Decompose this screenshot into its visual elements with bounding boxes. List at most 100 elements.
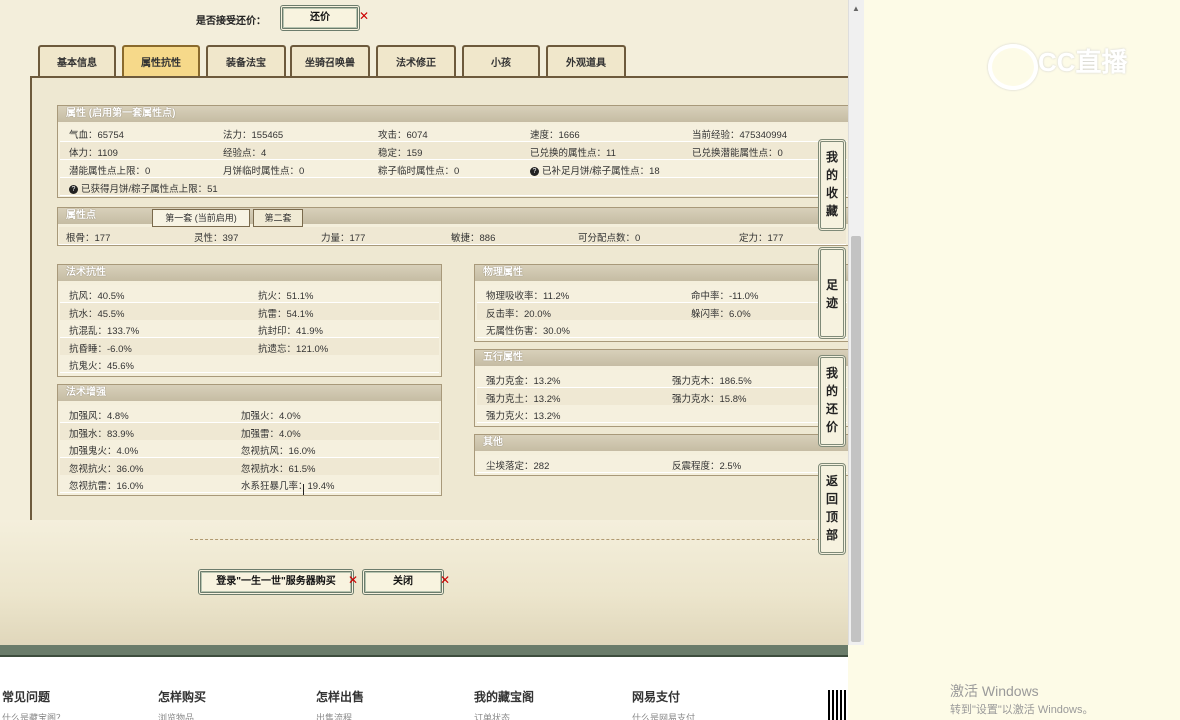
- table-cell: 抗混乱：133.7%: [69, 326, 140, 337]
- my-favorites-button[interactable]: 我的收藏: [818, 139, 846, 231]
- footer-how-to-buy[interactable]: 怎样购买: [158, 688, 206, 705]
- tab-mounts-pets[interactable]: 坐骑召唤兽: [290, 45, 370, 77]
- table-cell: 物理吸收率：11.2%: [486, 291, 570, 302]
- physical-section: 物理属性 物理吸收率：11.2% 命中率：-11.0% 反击率：20.0% 躲闪率：6…: [474, 264, 848, 342]
- table-row: 无属性伤害：30.0%: [477, 320, 847, 338]
- close-label: 关闭: [393, 576, 413, 587]
- table-cell: 忽视抗雷：16.0%: [69, 481, 144, 492]
- attr-row: 气血：65754 法力：155465 攻击：6074 速度：1666 当前经验：…: [60, 124, 847, 142]
- attributes-title: 属性 (启用第一套属性点): [58, 106, 848, 122]
- physical-title: 物理属性: [475, 265, 848, 281]
- table-row: 加强水：83.9% 加强雷：4.0%: [60, 422, 439, 441]
- help-icon[interactable]: ?: [530, 166, 539, 176]
- table-cell: 强力克木：186.5%: [672, 376, 752, 387]
- tab-spell-modifier[interactable]: 法术修正: [376, 45, 456, 77]
- table-cell: 强力克土：13.2%: [486, 393, 561, 405]
- spell-boost-title: 法术增强: [58, 385, 441, 401]
- table-cell: 抗雷：54.1%: [258, 308, 314, 320]
- table-row: 强力克金：13.2% 强力克木：186.5%: [477, 370, 847, 388]
- tab-equipment[interactable]: 装备法宝: [206, 45, 286, 77]
- tab-child[interactable]: 小孩: [462, 45, 540, 77]
- cc-logo-icon: [988, 44, 1038, 90]
- qr-code-icon: [828, 690, 848, 720]
- points-row: 根骨：177 灵性：397 力量：177 敏捷：886 可分配点数：0 定力：1…: [59, 227, 846, 245]
- tab-point-set-1[interactable]: 第一套 (当前启用): [152, 209, 250, 227]
- table-cell: 水系狂暴几率：19.4%: [241, 481, 335, 492]
- scrollbar-thumb[interactable]: [851, 236, 861, 642]
- table-cell: 躲闪率：6.0%: [691, 308, 751, 320]
- x-icon: ✕: [440, 573, 451, 587]
- table-cell: 抗水：45.5%: [69, 308, 125, 320]
- table-row: 加强风：4.8% 加强火：4.0%: [60, 405, 439, 423]
- footer-faq[interactable]: 常见问题: [2, 688, 50, 705]
- divider: [190, 539, 820, 540]
- footer-link[interactable]: 什么是网易支付: [632, 711, 695, 720]
- tab-basic-info[interactable]: 基本信息: [38, 45, 116, 77]
- table-row: 抗混乱：133.7% 抗封印：41.9%: [60, 320, 439, 338]
- tab-attributes-resist[interactable]: 属性抗性: [122, 45, 200, 77]
- footer-bar: [0, 645, 848, 655]
- desktop-background: [864, 0, 1180, 720]
- table-cell: 加强火：4.0%: [241, 411, 301, 422]
- footer-link[interactable]: 什么是藏宝阁？: [2, 711, 65, 720]
- my-counter-offers-button[interactable]: 我的还价: [818, 355, 846, 447]
- back-to-top-button[interactable]: 返回顶部: [818, 463, 846, 555]
- close-x-icon[interactable]: ✕: [359, 9, 369, 23]
- spell-boost-section: 法术增强 加强风：4.8% 加强火：4.0% 加强水：83.9% 加强雷：4.0% 加强…: [57, 384, 442, 496]
- table-cell: 强力克金：13.2%: [486, 376, 561, 387]
- activate-windows-hint: 转到"设置"以激活 Windows。: [950, 704, 1094, 716]
- close-button[interactable]: 关闭: [362, 569, 444, 595]
- browser-viewport: 是否接受还价： 还价 ✕ 基本信息 属性抗性 装备法宝 坐骑召唤兽 法术修正 小…: [0, 0, 848, 720]
- table-cell: 强力克水：15.8%: [672, 393, 747, 405]
- elements-section: 五行属性 强力克金：13.2% 强力克木：186.5% 强力克土：13.2% 强力克水…: [474, 349, 848, 427]
- tab-appearance[interactable]: 外观道具: [546, 45, 626, 77]
- attr-row: ? 已获得月饼/粽子属性点上限：51: [60, 178, 847, 196]
- text-cursor: [303, 484, 304, 495]
- activate-windows-title: 激活 Windows: [950, 683, 1039, 699]
- attributes-section: 属性 (启用第一套属性点) 气血：65754 法力：155465 攻击：6074…: [57, 105, 848, 198]
- table-row: 强力克土：13.2% 强力克水：15.8%: [477, 387, 847, 406]
- counter-offer-button[interactable]: 还价: [280, 5, 360, 31]
- help-icon[interactable]: ?: [69, 184, 78, 194]
- table-row: 强力克火：13.2%: [477, 405, 847, 423]
- table-cell: 抗昏睡：-6.0%: [69, 343, 132, 355]
- table-row: 忽视抗雷：16.0% 水系狂暴几率：19.4%: [60, 475, 439, 493]
- spell-resist-section: 法术抗性 抗风：40.5% 抗火：51.1% 抗水：45.5% 抗雷：54.1% 抗混乱…: [57, 264, 442, 377]
- attr-row: 体力：1109 经验点：4 稳定：159 已兑换的属性点：11 已兑换潜能属性点…: [60, 142, 847, 160]
- spell-resist-title: 法术抗性: [58, 265, 441, 281]
- top-bar: 是否接受还价： 还价 ✕: [0, 0, 848, 34]
- table-row: 尘埃落定：282 反震程度：2.5%: [477, 455, 847, 473]
- table-cell: 强力克火：13.2%: [486, 411, 561, 422]
- table-row: 抗昏睡：-6.0% 抗遗忘：121.0%: [60, 337, 439, 356]
- footer-my-treasure[interactable]: 我的藏宝阁: [474, 688, 534, 705]
- table-cell: 抗鬼火：45.6%: [69, 361, 134, 372]
- counter-offer-label: 还价: [310, 12, 330, 23]
- table-cell: 加强风：4.8%: [69, 411, 129, 422]
- other-section: 其他 尘埃落定：282 反震程度：2.5%: [474, 434, 848, 476]
- table-row: 加强鬼火：4.0% 忽视抗风：16.0%: [60, 440, 439, 458]
- footer-how-to-sell[interactable]: 怎样出售: [316, 688, 364, 705]
- table-row: 物理吸收率：11.2% 命中率：-11.0%: [477, 285, 847, 303]
- footer-link[interactable]: 浏览物品: [158, 711, 194, 720]
- table-row: 反击率：20.0% 躲闪率：6.0%: [477, 302, 847, 321]
- table-cell: 尘埃落定：282: [486, 461, 550, 472]
- table-cell: 反震程度：2.5%: [672, 461, 742, 472]
- table-cell: 抗遗忘：121.0%: [258, 343, 329, 355]
- footer-link[interactable]: 订单状态: [474, 711, 510, 720]
- footprint-button[interactable]: 足迹: [818, 247, 846, 339]
- table-row: 忽视抗火：36.0% 忽视抗水：61.5%: [60, 457, 439, 476]
- scroll-up-icon[interactable]: ▲: [852, 4, 860, 13]
- tab-point-set-2[interactable]: 第二套: [253, 209, 303, 227]
- attr-row: 潜能属性点上限：0 月饼临时属性点：0 粽子临时属性点：0 ? 已补足月饼/粽子属…: [60, 160, 847, 178]
- table-cell: 抗风：40.5%: [69, 291, 125, 302]
- accept-counter-label: 是否接受还价：: [196, 16, 266, 27]
- cc-watermark: CC直播: [1038, 47, 1128, 77]
- footer-netease-pay[interactable]: 网易支付: [632, 688, 680, 705]
- footer-link[interactable]: 出售流程: [316, 711, 352, 720]
- table-row: 抗水：45.5% 抗雷：54.1%: [60, 302, 439, 321]
- table-cell: 忽视抗风：16.0%: [241, 446, 316, 457]
- table-cell: 忽视抗水：61.5%: [241, 463, 316, 475]
- table-cell: 加强鬼火：4.0%: [69, 446, 139, 457]
- login-buy-button[interactable]: 登录"一生一世"服务器购买: [198, 569, 354, 595]
- login-buy-label: 登录"一生一世"服务器购买: [216, 576, 336, 587]
